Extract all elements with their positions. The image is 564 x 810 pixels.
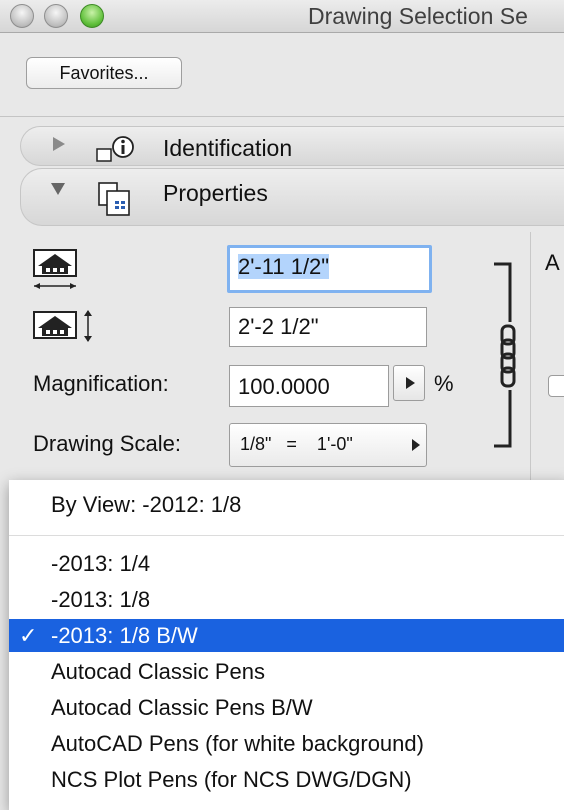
favorites-button[interactable]: Favorites... (26, 57, 182, 89)
percent-sign: % (434, 371, 454, 396)
magnification-field[interactable]: 100.0000 (229, 365, 389, 407)
properties-label: Properties (163, 180, 268, 206)
info-icon (96, 136, 134, 162)
magnification-label: Magnification: (33, 371, 169, 396)
menu-item-by-view[interactable]: By View: -2012: 1/8 (9, 488, 564, 521)
pen-set-menu: By View: -2012: 1/8 -2013: 1/4 -2013: 1/… (9, 480, 564, 810)
width-field[interactable]: 2'-11 1/2" (227, 245, 432, 293)
zoom-window-button[interactable] (80, 4, 104, 28)
magnification-presets-button[interactable] (393, 365, 425, 401)
identification-label: Identification (163, 135, 293, 161)
menu-item-ncs-plot-pens[interactable]: NCS Plot Pens (for NCS DWG/DGN) (9, 763, 564, 796)
menu-item-2013-eighth[interactable]: -2013: 1/8 (9, 583, 564, 616)
arrow-right-icon (412, 439, 420, 451)
link-chain-icon[interactable] (490, 262, 518, 450)
window-title: Drawing Selection Se (308, 3, 528, 29)
menu-item-2013-eighth-bw[interactable]: ✓ -2013: 1/8 B/W (9, 619, 564, 652)
disclosure-triangle-icon (53, 137, 65, 151)
minimize-window-button[interactable] (44, 4, 68, 28)
divider (0, 116, 564, 117)
menu-item-autocad-white-bg[interactable]: AutoCAD Pens (for white background) (9, 727, 564, 760)
menu-item-autocad-classic[interactable]: Autocad Classic Pens (9, 655, 564, 688)
drawing-scale-value: 1/8" = 1'-0" (240, 434, 353, 454)
right-column-partial-label: A (545, 250, 560, 275)
width-icon (33, 249, 77, 289)
disclosure-triangle-icon (51, 183, 65, 195)
menu-item-2013-quarter[interactable]: -2013: 1/4 (9, 547, 564, 580)
drawing-scale-label: Drawing Scale: (33, 431, 181, 456)
width-value: 2'-11 1/2" (238, 254, 330, 279)
identification-panel-header[interactable]: Identification (20, 126, 564, 166)
drawing-scale-popup[interactable]: 1/8" = 1'-0" (229, 423, 427, 467)
menu-item-autocad-classic-bw[interactable]: Autocad Classic Pens B/W (9, 691, 564, 724)
height-field[interactable]: 2'-2 1/2" (229, 307, 427, 347)
properties-panel-header[interactable]: Properties (20, 168, 564, 226)
right-column-checkbox[interactable] (548, 375, 564, 397)
height-icon (33, 310, 92, 342)
column-divider (530, 232, 531, 492)
close-window-button[interactable] (10, 4, 34, 28)
menu-separator (9, 535, 564, 536)
title-bar: Drawing Selection Se (0, 0, 564, 33)
checkmark-icon: ✓ (19, 623, 38, 648)
properties-icon (98, 182, 130, 216)
arrow-right-icon (406, 377, 415, 389)
